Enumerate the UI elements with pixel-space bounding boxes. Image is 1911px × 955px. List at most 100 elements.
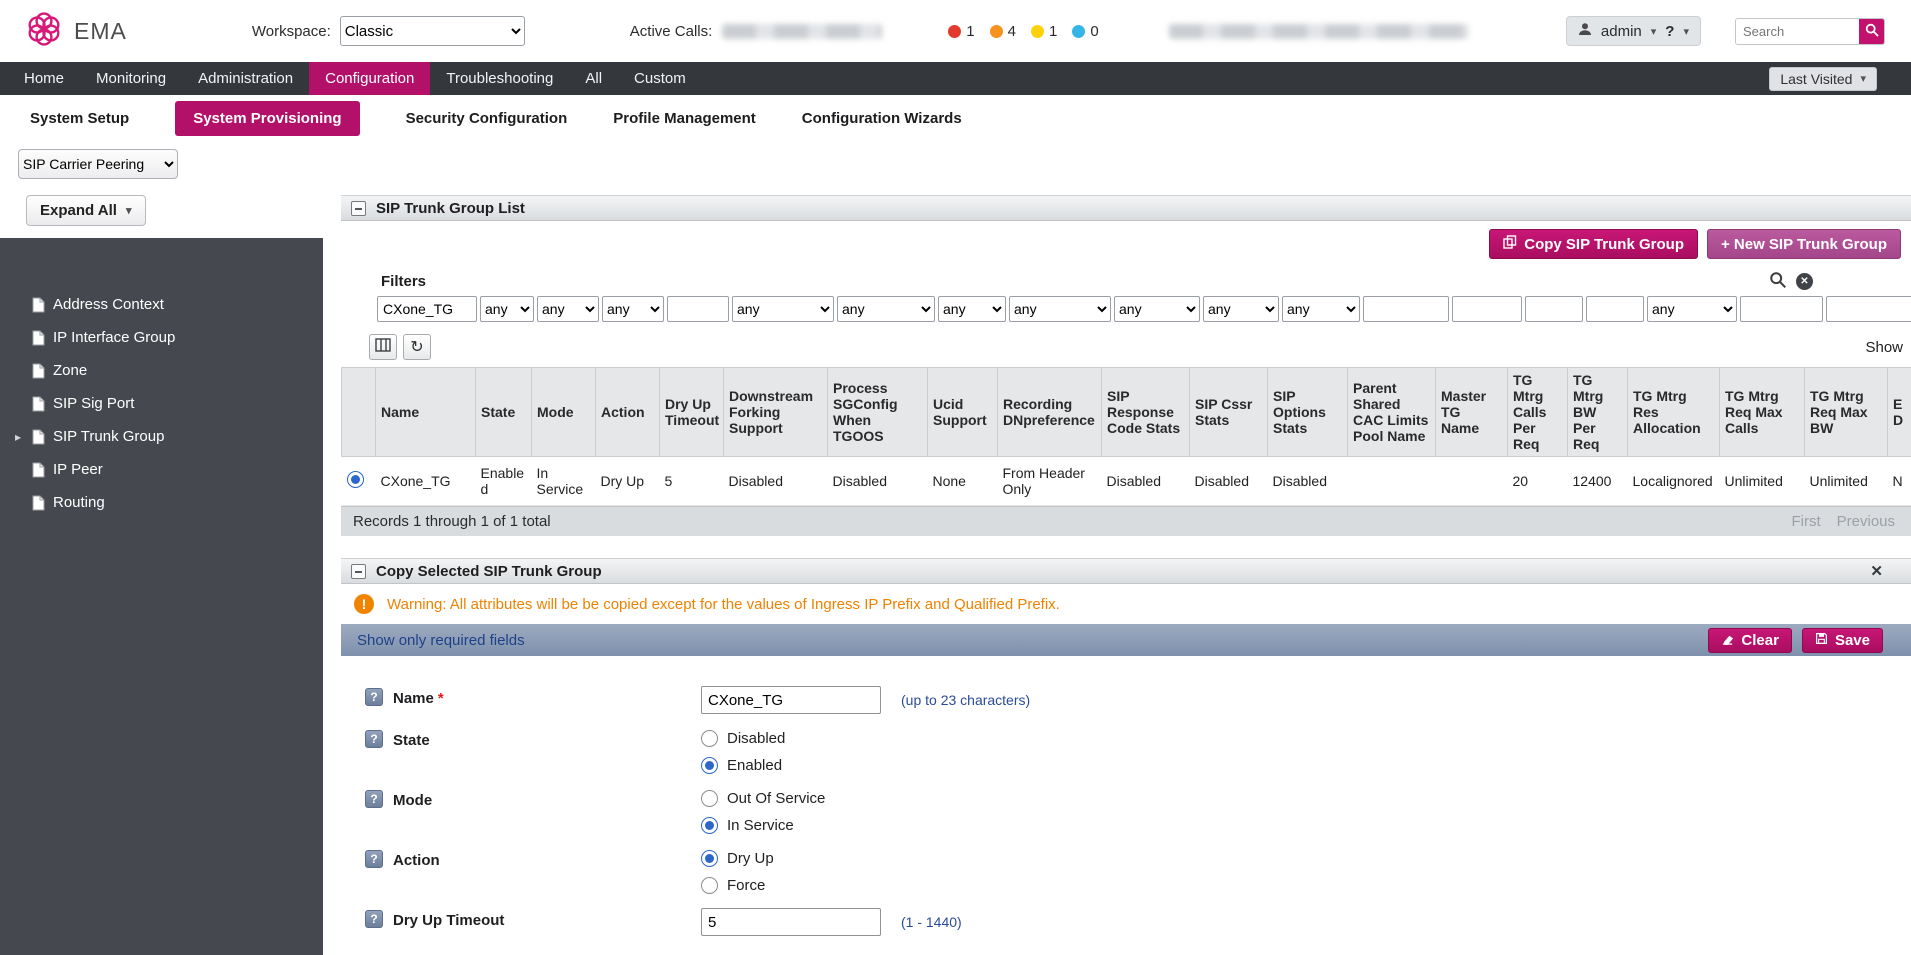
column-header-calls-per-req[interactable]: TG Mtrg Calls Per Req bbox=[1508, 368, 1568, 457]
help-icon[interactable]: ? bbox=[365, 850, 383, 868]
alarm-counter-major[interactable]: 4 bbox=[990, 23, 1016, 40]
column-header-partial[interactable]: E D bbox=[1888, 368, 1911, 457]
name-field[interactable] bbox=[701, 686, 881, 714]
category-select[interactable]: SIP Carrier Peering bbox=[18, 149, 178, 179]
row-select-radio[interactable] bbox=[347, 471, 364, 488]
sidebar-item-zone[interactable]: Zone bbox=[0, 354, 323, 387]
alarm-counter-info[interactable]: 0 bbox=[1072, 23, 1098, 40]
new-sip-trunk-group-button[interactable]: + New SIP Trunk Group bbox=[1707, 229, 1901, 259]
column-header-req-max-calls[interactable]: TG Mtrg Req Max Calls bbox=[1720, 368, 1805, 457]
column-settings-button[interactable] bbox=[369, 334, 397, 360]
apply-filters-button[interactable] bbox=[1769, 271, 1787, 292]
nav-item-monitoring[interactable]: Monitoring bbox=[80, 62, 182, 95]
column-header-action[interactable]: Action bbox=[596, 368, 660, 457]
column-header-bw-per-req[interactable]: TG Mtrg BW Per Req bbox=[1568, 368, 1628, 457]
sidebar-item-ip-interface-group[interactable]: IP Interface Group bbox=[0, 321, 323, 354]
filter-recording-dn-select[interactable]: any bbox=[1009, 296, 1111, 322]
column-header-recording-dn[interactable]: Recording DNpreference bbox=[998, 368, 1102, 457]
action-option-dry-up[interactable]: Dry Up bbox=[701, 850, 774, 867]
column-header-mode[interactable]: Mode bbox=[532, 368, 596, 457]
dry-up-timeout-field[interactable] bbox=[701, 908, 881, 936]
search-input[interactable] bbox=[1736, 19, 1859, 44]
nav-item-all[interactable]: All bbox=[569, 62, 618, 95]
filter-res-allocation-select[interactable]: any bbox=[1647, 296, 1737, 322]
column-header-sip-response[interactable]: SIP Response Code Stats bbox=[1102, 368, 1190, 457]
collapse-panel-icon[interactable] bbox=[351, 564, 366, 579]
filter-bw-per-req-input[interactable] bbox=[1586, 296, 1644, 322]
filter-dry-up-timeout-input[interactable] bbox=[667, 296, 729, 322]
table-row[interactable]: CXone_TG Enabled In Service Dry Up 5 Dis… bbox=[342, 457, 1911, 506]
filter-req-max-bw-input[interactable] bbox=[1826, 296, 1911, 322]
search-button[interactable] bbox=[1859, 18, 1884, 45]
filter-action-select[interactable]: any bbox=[602, 296, 664, 322]
column-header-state[interactable]: State bbox=[476, 368, 532, 457]
nav-item-home[interactable]: Home bbox=[8, 62, 80, 95]
user-menu[interactable]: admin ▾ ? ▾ bbox=[1566, 16, 1701, 46]
help-icon[interactable]: ? bbox=[365, 688, 383, 706]
column-header-sip-options[interactable]: SIP Options Stats bbox=[1268, 368, 1348, 457]
help-icon[interactable]: ? bbox=[365, 730, 383, 748]
tab-profile-management[interactable]: Profile Management bbox=[613, 110, 756, 127]
filter-calls-per-req-input[interactable] bbox=[1525, 296, 1583, 322]
expand-arrow-icon[interactable]: ▸ bbox=[12, 430, 24, 444]
mode-option-in-service[interactable]: In Service bbox=[701, 817, 825, 834]
close-panel-icon[interactable]: ✕ bbox=[1870, 562, 1883, 580]
column-header-process-sgconfig[interactable]: Process SGConfig When TGOOS bbox=[828, 368, 928, 457]
sidebar-item-sip-trunk-group[interactable]: ▸ SIP Trunk Group bbox=[0, 420, 323, 453]
collapse-panel-icon[interactable] bbox=[351, 201, 366, 216]
column-header-ucid-support[interactable]: Ucid Support bbox=[928, 368, 998, 457]
refresh-button[interactable]: ↻ bbox=[403, 334, 431, 360]
tab-system-setup[interactable]: System Setup bbox=[30, 110, 129, 127]
help-icon[interactable]: ? bbox=[365, 790, 383, 808]
filter-name-input[interactable] bbox=[377, 296, 477, 322]
filter-state-select[interactable]: any bbox=[480, 296, 534, 322]
nav-item-troubleshooting[interactable]: Troubleshooting bbox=[430, 62, 569, 95]
filter-sip-cssr-select[interactable]: any bbox=[1203, 296, 1279, 322]
column-header-sip-cssr[interactable]: SIP Cssr Stats bbox=[1190, 368, 1268, 457]
action-option-force[interactable]: Force bbox=[701, 877, 774, 894]
sidebar-item-sip-sig-port[interactable]: SIP Sig Port bbox=[0, 387, 323, 420]
filter-ucid-support-select[interactable]: any bbox=[938, 296, 1006, 322]
column-header-dry-up-timeout[interactable]: Dry Up Timeout bbox=[660, 368, 724, 457]
alarm-counter-critical[interactable]: 1 bbox=[948, 23, 974, 40]
column-header-downstream-forking[interactable]: Downstream Forking Support bbox=[724, 368, 828, 457]
clear-button[interactable]: Clear bbox=[1708, 628, 1792, 653]
save-button[interactable]: Save bbox=[1802, 628, 1883, 653]
mode-option-out-of-service[interactable]: Out Of Service bbox=[701, 790, 825, 807]
column-header-res-allocation[interactable]: TG Mtrg Res Allocation bbox=[1628, 368, 1720, 457]
filter-mode-select[interactable]: any bbox=[537, 296, 599, 322]
clear-filters-button[interactable]: ✕ bbox=[1796, 273, 1813, 290]
state-option-disabled[interactable]: Disabled bbox=[701, 730, 785, 747]
sidebar-item-routing[interactable]: Routing bbox=[0, 486, 323, 519]
column-header-req-max-bw[interactable]: TG Mtrg Req Max BW bbox=[1805, 368, 1888, 457]
copy-sip-trunk-group-button[interactable]: Copy SIP Trunk Group bbox=[1489, 229, 1698, 259]
state-option-enabled[interactable]: Enabled bbox=[701, 757, 785, 774]
sidebar-item-ip-peer[interactable]: IP Peer bbox=[0, 453, 323, 486]
pagination-previous[interactable]: Previous bbox=[1837, 513, 1895, 530]
help-icon[interactable]: ? bbox=[365, 910, 383, 928]
last-visited-dropdown[interactable]: Last Visited ▾ bbox=[1769, 67, 1877, 91]
column-header-parent-cac[interactable]: Parent Shared CAC Limits Pool Name bbox=[1348, 368, 1436, 457]
nav-item-custom[interactable]: Custom bbox=[618, 62, 702, 95]
sidebar-item-address-context[interactable]: Address Context bbox=[0, 288, 323, 321]
tab-security-configuration[interactable]: Security Configuration bbox=[406, 110, 568, 127]
filter-parent-cac-input[interactable] bbox=[1363, 296, 1449, 322]
help-menu[interactable]: ? bbox=[1665, 23, 1674, 40]
column-header-master-tg[interactable]: Master TG Name bbox=[1436, 368, 1508, 457]
alarm-counter-minor[interactable]: 1 bbox=[1031, 23, 1057, 40]
filter-master-tg-input[interactable] bbox=[1452, 296, 1522, 322]
workspace-select[interactable]: Classic bbox=[340, 16, 525, 46]
filter-process-sgconfig-select[interactable]: any bbox=[837, 296, 935, 322]
column-header-name[interactable]: Name bbox=[376, 368, 476, 457]
tab-configuration-wizards[interactable]: Configuration Wizards bbox=[802, 110, 962, 127]
filter-sip-options-select[interactable]: any bbox=[1282, 296, 1360, 322]
tab-system-provisioning[interactable]: System Provisioning bbox=[175, 101, 359, 136]
show-required-fields-link[interactable]: Show only required fields bbox=[357, 632, 525, 649]
filter-downstream-forking-select[interactable]: any bbox=[732, 296, 834, 322]
nav-item-configuration[interactable]: Configuration bbox=[309, 62, 430, 95]
nav-item-administration[interactable]: Administration bbox=[182, 62, 309, 95]
pagination-first[interactable]: First bbox=[1791, 513, 1820, 530]
expand-all-button[interactable]: Expand All ▾ bbox=[26, 195, 146, 226]
filter-req-max-calls-input[interactable] bbox=[1740, 296, 1823, 322]
filter-sip-response-select[interactable]: any bbox=[1114, 296, 1200, 322]
